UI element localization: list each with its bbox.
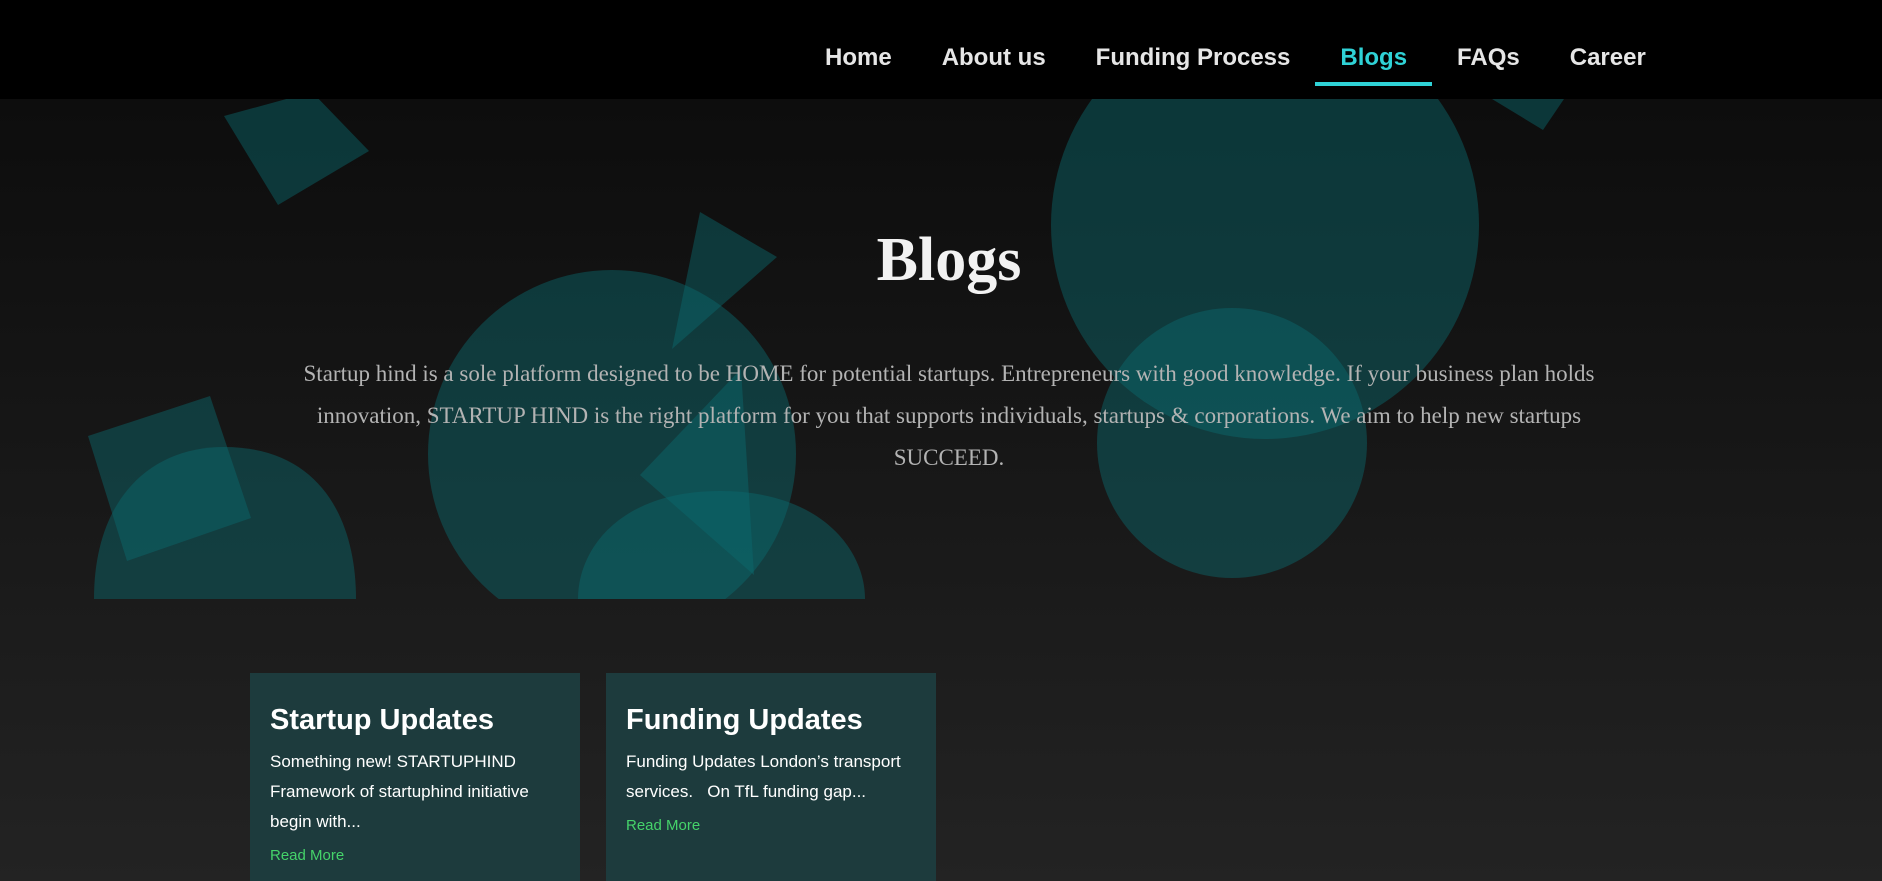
- hero-description: Startup hind is a sole platform designed…: [303, 361, 1595, 470]
- nav-item-home[interactable]: Home: [800, 46, 917, 70]
- shape-square-top-left: [224, 99, 369, 205]
- card-excerpt: Funding Updates London’s transport servi…: [626, 752, 906, 801]
- card-title: Startup Updates: [270, 704, 494, 736]
- blog-card-funding-updates[interactable]: Funding Updates Funding Updates London’s…: [606, 673, 936, 881]
- page: Home About us Funding Process Blogs FAQs…: [0, 0, 1882, 881]
- nav-item-faqs[interactable]: FAQs: [1432, 46, 1545, 70]
- top-navigation-bar: Home About us Funding Process Blogs FAQs…: [0, 0, 1882, 99]
- nav-item-blogs[interactable]: Blogs: [1315, 46, 1432, 86]
- nav-item-about-us[interactable]: About us: [917, 46, 1071, 70]
- blog-card-startup-updates[interactable]: Startup Updates Something new! STARTUPHI…: [250, 673, 580, 881]
- page-title: Blogs: [876, 226, 1022, 294]
- read-more-link[interactable]: Read More: [270, 847, 344, 864]
- card-title: Funding Updates: [626, 704, 863, 736]
- hero-decorative-shapes: [0, 99, 1882, 599]
- hero-shapes-graphic: [88, 99, 1564, 599]
- nav-item-career[interactable]: Career: [1545, 46, 1671, 70]
- read-more-link[interactable]: Read More: [626, 817, 700, 834]
- blog-cards: Startup Updates Something new! STARTUPHI…: [250, 673, 936, 881]
- main-nav: Home About us Funding Process Blogs FAQs…: [800, 0, 1671, 99]
- card-excerpt: Something new! STARTUPHIND Framework of …: [270, 752, 534, 831]
- shape-triangle-top-right: [1492, 99, 1564, 130]
- nav-item-funding-process[interactable]: Funding Process: [1071, 46, 1316, 70]
